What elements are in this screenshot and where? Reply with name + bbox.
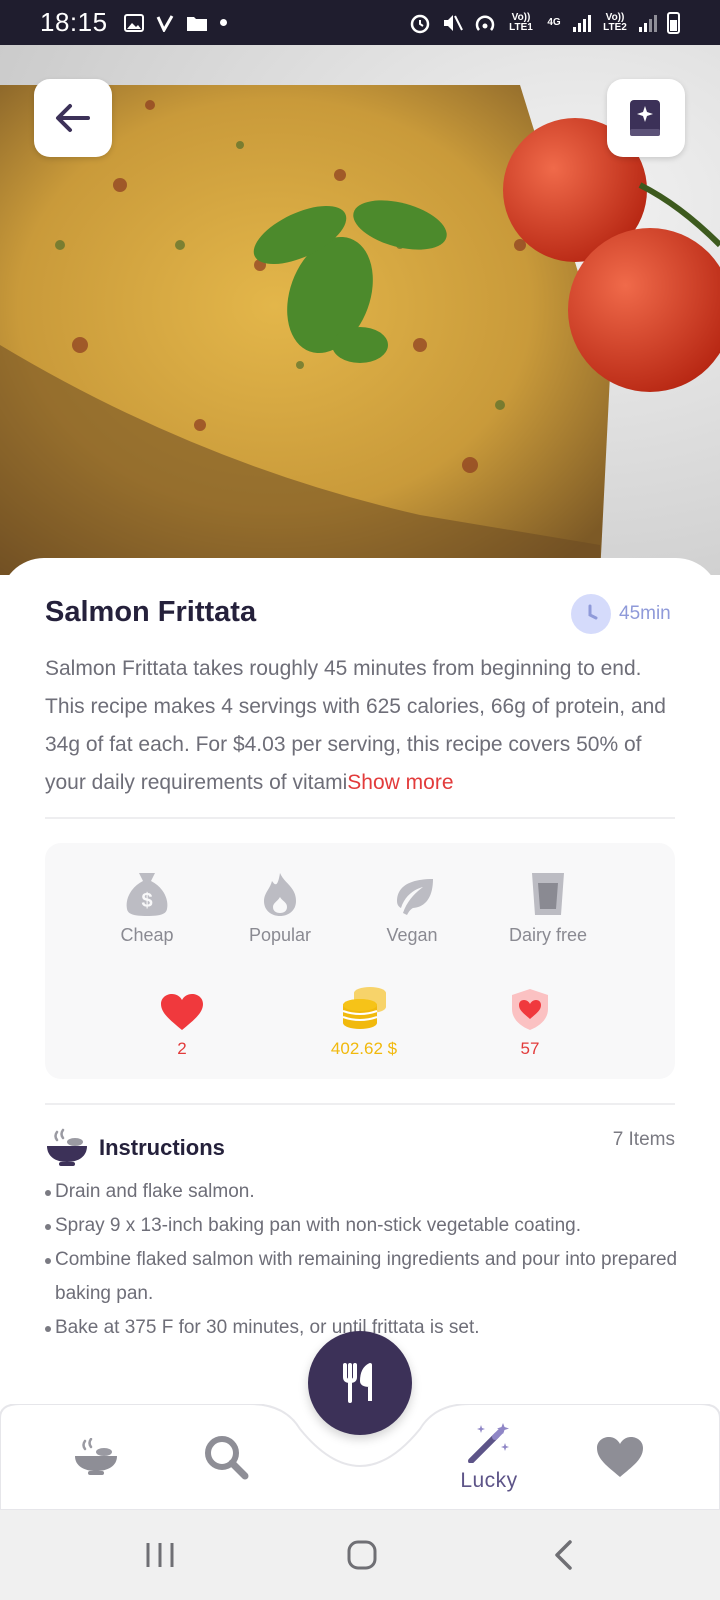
health-stat: 57: [490, 983, 570, 1059]
folder-icon: [186, 16, 207, 31]
tag-label: Dairy free: [508, 925, 588, 945]
heart-icon: [597, 1437, 643, 1477]
cook-time: 45min: [571, 594, 671, 634]
battery-icon: [667, 11, 680, 34]
likes-count: 2: [177, 1039, 187, 1058]
nav-lucky-label: Lucky: [460, 1469, 518, 1492]
system-back-button[interactable]: [545, 1532, 581, 1578]
instruction-step: Combine flaked salmon with remaining ing…: [45, 1243, 685, 1311]
status-time: 18:15: [40, 7, 108, 37]
v-app-icon: [156, 14, 173, 32]
recipe-tags-card: $ Cheap Popular Vegan Dairy free 2 402.6…: [45, 843, 675, 1079]
health-shield-icon: [512, 989, 548, 1030]
clock-icon: [571, 594, 611, 634]
mute-icon: [444, 14, 463, 31]
instructions-list: Drain and flake salmon. Spray 9 x 13-inc…: [45, 1175, 685, 1345]
tag-label: Cheap: [120, 925, 174, 945]
alarm-icon: [410, 14, 430, 33]
recipe-title: Salmon Frittata: [45, 596, 257, 628]
nav-lucky[interactable]: Lucky: [449, 1404, 529, 1510]
show-more-link[interactable]: Show more: [347, 771, 453, 794]
system-navigation-bar: [0, 1510, 720, 1600]
signal-icon-1: [573, 14, 591, 32]
instruction-step: Drain and flake salmon.: [45, 1175, 685, 1209]
utensils-icon: [343, 1363, 372, 1403]
svg-text:$: $: [141, 890, 152, 912]
hotspot-icon: [475, 14, 495, 31]
magic-book-button[interactable]: [607, 79, 685, 157]
tag-dairy-free: Dairy free: [488, 865, 608, 946]
glass-icon: [532, 873, 564, 915]
nav-favorites[interactable]: [592, 1404, 648, 1510]
tag-popular: Popular: [220, 865, 340, 946]
instruction-step: Spray 9 x 13-inch baking pan with non-st…: [45, 1209, 685, 1243]
4g-label: 4G: [547, 16, 561, 28]
status-bar: 18:15 Vo)) LTE1 4G Vo)) LTE2: [0, 0, 720, 45]
price-stat: 402.62 $: [299, 983, 429, 1059]
tag-cheap: $ Cheap: [87, 865, 207, 946]
money-bag-icon: $: [126, 873, 168, 916]
flame-icon: [264, 873, 296, 916]
recipe-description: Salmon Frittata takes roughly 45 minutes…: [45, 650, 685, 802]
recipe-fab-button[interactable]: [308, 1331, 412, 1435]
instructions-count: 7 Items: [612, 1129, 675, 1150]
magic-book-icon: [630, 100, 660, 136]
recipe-details-sheet: Salmon Frittata 45min Salmon Frittata ta…: [0, 558, 720, 1408]
heart-icon: [161, 994, 203, 1030]
search-icon: [205, 1436, 249, 1480]
likes-stat: 2: [142, 983, 222, 1059]
instructions-title: Instructions: [99, 1135, 225, 1160]
home-button[interactable]: [340, 1532, 384, 1578]
volte-lte1-label: Vo)) LTE1: [509, 11, 533, 33]
bowl-icon: [75, 1438, 117, 1475]
chevron-left-icon: [555, 1540, 572, 1570]
tag-vegan: Vegan: [352, 865, 472, 946]
coins-icon: [342, 987, 386, 1029]
leaf-icon: [397, 879, 433, 915]
tag-label: Vegan: [386, 925, 438, 945]
cook-time-value: 45min: [619, 603, 671, 624]
recent-apps-icon: [146, 1543, 174, 1567]
cooking-pot-icon: [47, 1128, 87, 1166]
tag-label: Popular: [248, 925, 312, 945]
back-button[interactable]: [34, 79, 112, 157]
home-circle-icon: [347, 1540, 377, 1570]
health-score: 57: [520, 1039, 540, 1058]
arrow-left-icon: [56, 104, 90, 132]
nav-search[interactable]: [198, 1404, 254, 1510]
magic-wand-icon: [468, 1423, 509, 1463]
signal-icon-2: [639, 14, 657, 32]
status-notification-icons: [123, 13, 227, 32]
gallery-icon: [123, 13, 144, 32]
recent-apps-button[interactable]: [140, 1532, 180, 1578]
dot-icon: [219, 19, 227, 26]
price-value: 402.62 $: [330, 1039, 398, 1058]
instructions-header: Instructions: [45, 1128, 225, 1168]
volte-lte2-label: Vo)) LTE2: [603, 11, 627, 33]
divider: [45, 817, 675, 819]
divider: [45, 1103, 675, 1105]
nav-home[interactable]: [68, 1404, 124, 1510]
